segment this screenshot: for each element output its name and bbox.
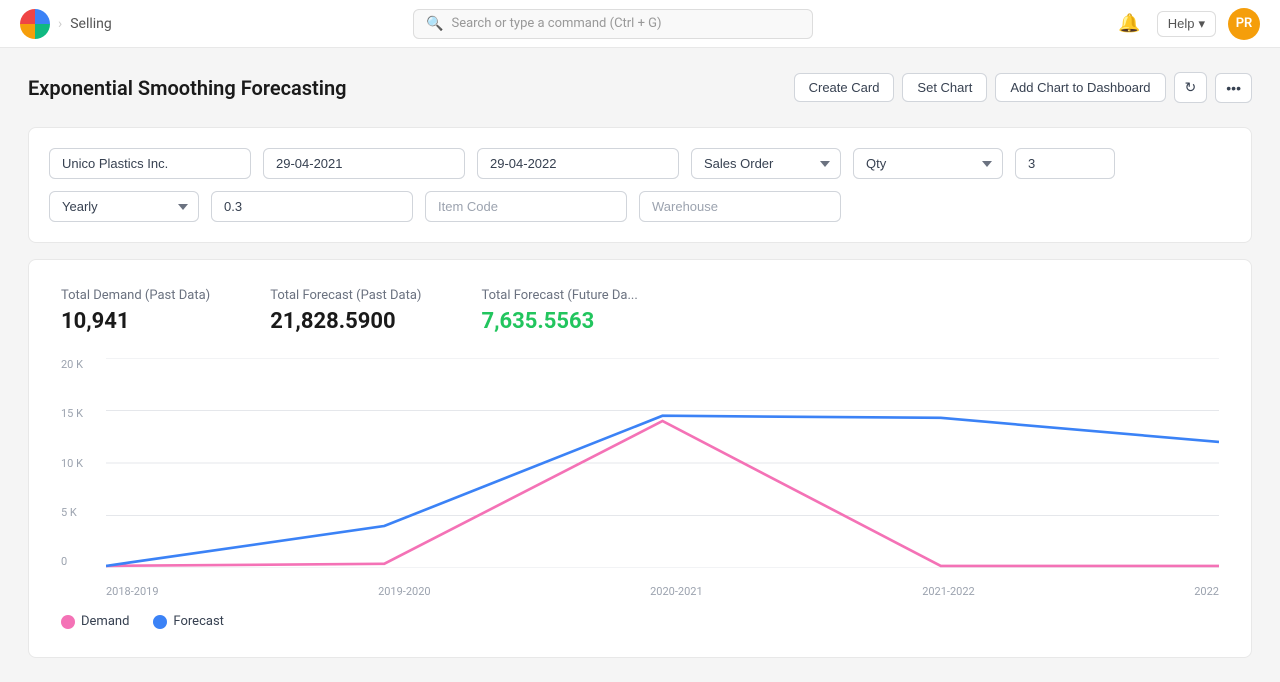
filter-row-2: Yearly Quarterly Monthly: [49, 191, 1231, 222]
stat-total-forecast-future-label: Total Forecast (Future Da...: [481, 288, 637, 303]
to-date-input[interactable]: [477, 148, 679, 179]
stat-total-forecast-future: Total Forecast (Future Da... 7,635.5563: [481, 288, 637, 334]
search-area[interactable]: 🔍 Search or type a command (Ctrl + G): [413, 9, 813, 39]
smoothing-constant-input[interactable]: [211, 191, 413, 222]
chart-svg: [106, 358, 1219, 568]
stat-total-forecast-future-value: 7,635.5563: [481, 309, 637, 334]
navbar-right: 🔔 Help ▾ PR: [1114, 8, 1260, 40]
x-label-2020-2021: 2020-2021: [650, 585, 703, 598]
help-button[interactable]: Help ▾: [1157, 11, 1216, 37]
stat-total-demand-value: 10,941: [61, 309, 210, 334]
set-chart-button[interactable]: Set Chart: [902, 73, 987, 102]
demand-legend-dot: [61, 615, 75, 629]
chart-y-axis: 0 5 K 10 K 15 K 20 K: [61, 358, 101, 568]
x-label-2018-2019: 2018-2019: [106, 585, 159, 598]
company-input[interactable]: [49, 148, 251, 179]
stat-total-demand-label: Total Demand (Past Data): [61, 288, 210, 303]
stat-total-demand: Total Demand (Past Data) 10,941: [61, 288, 210, 334]
y-label-5k: 5 K: [61, 506, 101, 519]
aggregate-by-select[interactable]: Qty Amount: [853, 148, 1003, 179]
navbar: › Selling 🔍 Search or type a command (Ct…: [0, 0, 1280, 48]
page-content: Exponential Smoothing Forecasting Create…: [0, 48, 1280, 682]
breadcrumb-selling[interactable]: Selling: [70, 16, 112, 32]
periodicity-select[interactable]: Yearly Quarterly Monthly: [49, 191, 199, 222]
help-label: Help: [1168, 16, 1195, 31]
x-label-2019-2020: 2019-2020: [378, 585, 431, 598]
chart-area: 0 5 K 10 K 15 K 20 K: [61, 358, 1219, 598]
refresh-button[interactable]: ↻: [1174, 72, 1208, 103]
search-icon: 🔍: [426, 16, 443, 32]
y-label-10k: 10 K: [61, 457, 101, 470]
chart-x-axis: 2018-2019 2019-2020 2020-2021 2021-2022 …: [106, 585, 1219, 598]
more-icon: •••: [1226, 80, 1241, 96]
forecast-line: [106, 416, 1219, 566]
y-label-20k: 20 K: [61, 358, 101, 371]
forecast-legend-dot: [153, 615, 167, 629]
breadcrumb-separator: ›: [58, 16, 62, 32]
page-title: Exponential Smoothing Forecasting: [28, 76, 347, 100]
y-label-15k: 15 K: [61, 407, 101, 420]
stats-chart-panel: Total Demand (Past Data) 10,941 Total Fo…: [28, 259, 1252, 658]
y-label-0: 0: [61, 555, 101, 568]
page-actions: Create Card Set Chart Add Chart to Dashb…: [794, 72, 1252, 103]
stats-row: Total Demand (Past Data) 10,941 Total Fo…: [61, 288, 1219, 334]
stat-total-forecast-past-label: Total Forecast (Past Data): [270, 288, 421, 303]
no-of-periods-input[interactable]: [1015, 148, 1115, 179]
item-code-input[interactable]: [425, 191, 627, 222]
filter-panel: Sales Order Delivery Note Sales Invoice …: [28, 127, 1252, 243]
page-header: Exponential Smoothing Forecasting Create…: [28, 72, 1252, 103]
filter-row-1: Sales Order Delivery Note Sales Invoice …: [49, 148, 1231, 179]
demand-line: [106, 421, 1219, 566]
forecast-legend-label: Forecast: [173, 614, 223, 629]
navbar-left: › Selling: [20, 9, 112, 39]
avatar[interactable]: PR: [1228, 8, 1260, 40]
x-label-2022: 2022: [1194, 585, 1219, 598]
chart-legend: Demand Forecast: [61, 610, 1219, 629]
help-chevron-icon: ▾: [1198, 16, 1205, 32]
search-box[interactable]: 🔍 Search or type a command (Ctrl + G): [413, 9, 813, 39]
stat-total-forecast-past-value: 21,828.5900: [270, 309, 421, 334]
search-placeholder-text: Search or type a command (Ctrl + G): [451, 16, 661, 31]
add-chart-button[interactable]: Add Chart to Dashboard: [995, 73, 1165, 102]
demand-legend-label: Demand: [81, 614, 129, 629]
warehouse-input[interactable]: [639, 191, 841, 222]
legend-demand: Demand: [61, 614, 129, 629]
x-label-2021-2022: 2021-2022: [922, 585, 975, 598]
stat-total-forecast-past: Total Forecast (Past Data) 21,828.5900: [270, 288, 421, 334]
more-options-button[interactable]: •••: [1215, 73, 1252, 103]
chart-svg-wrapper: [106, 358, 1219, 568]
legend-forecast: Forecast: [153, 614, 223, 629]
based-on-select[interactable]: Sales Order Delivery Note Sales Invoice: [691, 148, 841, 179]
app-logo[interactable]: [20, 9, 50, 39]
notification-button[interactable]: 🔔: [1114, 9, 1144, 38]
create-card-button[interactable]: Create Card: [794, 73, 895, 102]
from-date-input[interactable]: [263, 148, 465, 179]
